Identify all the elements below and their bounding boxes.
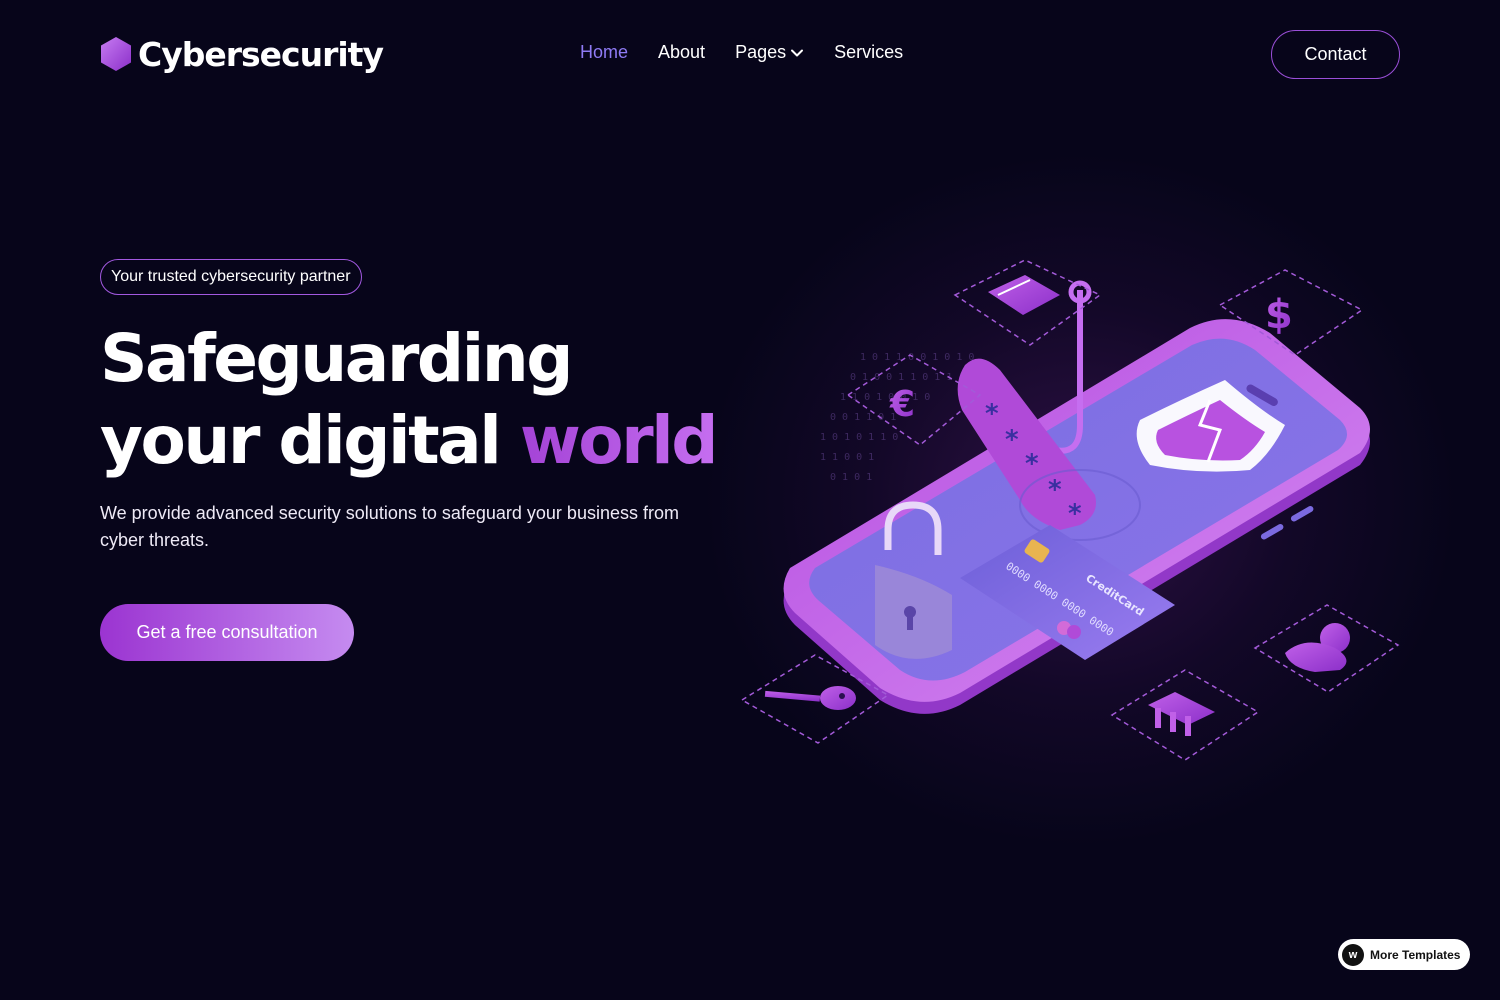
hero-subtitle: We provide advanced security solutions t… [100,503,679,550]
nav-pages[interactable]: Pages [735,42,804,63]
hero-badge: Your trusted cybersecurity partner [100,259,362,295]
svg-text:0 1 0 1: 0 1 0 1 [830,472,872,483]
svg-text:1 0 1 0 1 1 0: 1 0 1 0 1 1 0 [820,432,898,443]
more-templates-button[interactable]: w More Templates [1338,939,1470,970]
phone-security-illustration: 1 0 1 1 0 0 1 0 1 0 0 1 0 0 1 1 0 1 1 1 … [740,259,1400,761]
svg-text:1 0 1 1 0 0 1 0 1 0: 1 0 1 1 0 0 1 0 1 0 [860,352,974,363]
bank-icon [1110,669,1260,761]
svg-text:*: * [1005,425,1019,455]
headline-line-1: Safeguarding [100,320,573,397]
brand-logo[interactable]: Cybersecurity [100,34,384,74]
svg-text:$: $ [1265,292,1293,338]
more-templates-label: More Templates [1370,947,1461,962]
nav-services[interactable]: Services [834,42,903,63]
webflow-icon: w [1342,943,1364,966]
svg-text:1 1 0 1 0 0 1 0: 1 1 0 1 0 0 1 0 [840,392,930,403]
svg-text:1 1 0 0 1: 1 1 0 0 1 [820,452,874,463]
headline-line-2: your digital [100,402,502,479]
nav-pages-label: Pages [735,42,787,62]
svg-text:*: * [1068,499,1082,529]
svg-text:*: * [1048,475,1062,505]
contact-button[interactable]: Contact [1271,30,1400,79]
svg-text:*: * [1025,449,1039,479]
svg-text:0 1 0 0 1 1 0 1 1: 0 1 0 0 1 1 0 1 1 [850,372,952,383]
nav-about[interactable]: About [658,42,705,63]
brand-name: Cybersecurity [138,34,384,74]
chevron-down-icon [791,49,804,56]
svg-text:*: * [985,399,999,429]
hero-headline: Safeguarding your digital world [100,318,719,482]
site-header: Cybersecurity Home About Pages Services … [0,0,1500,110]
nav-home[interactable]: Home [580,42,628,63]
main-nav: Home About Pages Services [580,42,903,63]
user-icon [1253,604,1400,693]
hexagon-logo-icon [101,37,131,71]
free-consultation-button[interactable]: Get a free consultation [100,604,354,661]
svg-text:€: € [889,384,915,425]
headline-accent-word: world [519,402,719,479]
